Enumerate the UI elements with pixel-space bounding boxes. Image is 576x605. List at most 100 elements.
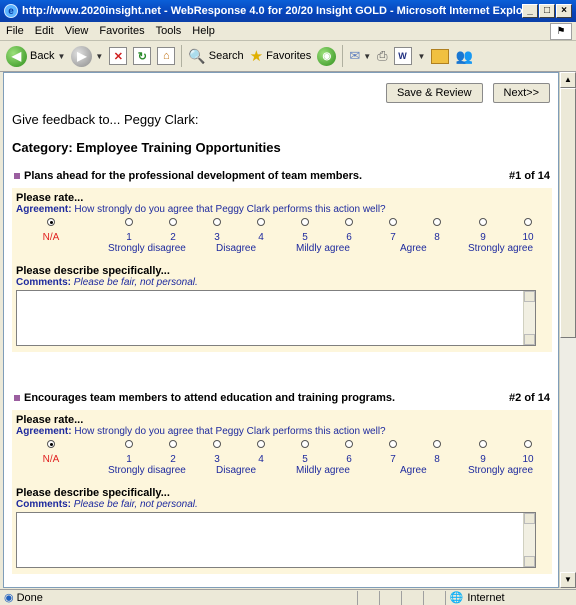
rating-option-5[interactable]: 5 bbox=[290, 217, 320, 243]
textarea-scrollbar[interactable] bbox=[523, 291, 535, 345]
rating-option-9[interactable]: 9 bbox=[468, 439, 498, 465]
radio-button[interactable] bbox=[213, 440, 221, 448]
rating-value: 10 bbox=[522, 454, 534, 465]
stop-icon[interactable]: ✕ bbox=[109, 47, 128, 65]
menu-view[interactable]: View bbox=[65, 25, 89, 37]
status-pane bbox=[400, 590, 423, 605]
radio-button[interactable] bbox=[524, 218, 532, 226]
radio-button[interactable] bbox=[345, 440, 353, 448]
print-icon[interactable]: ⎙ bbox=[377, 48, 387, 64]
separator bbox=[181, 45, 183, 67]
rating-value: 1 bbox=[126, 454, 132, 465]
menu-tools[interactable]: Tools bbox=[156, 25, 182, 37]
menu-favorites[interactable]: Favorites bbox=[99, 25, 144, 37]
chevron-down-icon[interactable]: ▼ bbox=[418, 52, 426, 61]
favorites-button[interactable]: ★ Favorites bbox=[250, 47, 312, 65]
page-scrollbar[interactable]: ▲ ▼ bbox=[559, 72, 576, 588]
next-button[interactable]: Next>> bbox=[492, 83, 550, 103]
radio-button[interactable] bbox=[213, 218, 221, 226]
menu-edit[interactable]: Edit bbox=[35, 25, 54, 37]
rating-option-6[interactable]: 6 bbox=[334, 217, 364, 243]
scroll-down-arrow[interactable]: ▼ bbox=[560, 572, 576, 588]
forward-button[interactable]: ▶ ▼ bbox=[71, 45, 103, 67]
item-header: Encourages team members to attend educat… bbox=[12, 389, 552, 407]
back-button[interactable]: ◀ Back ▼ bbox=[6, 45, 65, 67]
radio-button[interactable] bbox=[125, 440, 133, 448]
textarea-scrollbar[interactable] bbox=[523, 513, 535, 567]
radio-button[interactable] bbox=[524, 440, 532, 448]
item-number: #2 of 14 bbox=[509, 392, 550, 404]
radio-button[interactable] bbox=[257, 440, 265, 448]
feedback-item: Encourages team members to attend educat… bbox=[12, 389, 552, 574]
radio-button[interactable] bbox=[47, 440, 55, 448]
rating-option-10[interactable]: 10 bbox=[513, 217, 543, 243]
scale-label: Strongly agree bbox=[468, 243, 534, 254]
comments-hint: Please be fair, not personal. bbox=[73, 499, 198, 510]
home-icon[interactable]: ⌂ bbox=[157, 47, 176, 65]
comments-textarea[interactable] bbox=[16, 512, 536, 568]
menu-help[interactable]: Help bbox=[192, 25, 215, 37]
discuss-folder-icon[interactable] bbox=[431, 48, 450, 64]
status-pane bbox=[356, 590, 379, 605]
radio-button[interactable] bbox=[169, 440, 177, 448]
rating-option-1[interactable]: 1 bbox=[114, 439, 144, 465]
rating-option-7[interactable]: 7 bbox=[378, 217, 408, 243]
rating-option-7[interactable]: 7 bbox=[378, 439, 408, 465]
edit-word-icon[interactable]: W bbox=[393, 47, 412, 65]
messenger-icon[interactable]: 👥 bbox=[455, 48, 472, 65]
radio-button[interactable] bbox=[479, 218, 487, 226]
rating-option-4[interactable]: 4 bbox=[246, 439, 276, 465]
chevron-down-icon: ▼ bbox=[363, 51, 372, 61]
rating-option-9[interactable]: 9 bbox=[468, 217, 498, 243]
radio-button[interactable] bbox=[169, 218, 177, 226]
rating-value: 8 bbox=[434, 454, 440, 465]
radio-button[interactable] bbox=[125, 218, 133, 226]
scroll-up-arrow[interactable]: ▲ bbox=[560, 72, 576, 88]
radio-button[interactable] bbox=[479, 440, 487, 448]
radio-button[interactable] bbox=[433, 218, 441, 226]
rating-option-1[interactable]: 1 bbox=[114, 217, 144, 243]
radio-button[interactable] bbox=[257, 218, 265, 226]
close-button[interactable]: × bbox=[556, 4, 572, 18]
back-arrow-icon: ◀ bbox=[6, 45, 27, 67]
rate-label: Please rate... bbox=[16, 192, 84, 204]
comments-label: Comments: bbox=[16, 277, 72, 288]
save-review-button[interactable]: Save & Review bbox=[385, 83, 483, 103]
rating-value: 3 bbox=[214, 454, 220, 465]
rating-option-10[interactable]: 10 bbox=[513, 439, 543, 465]
maximize-button[interactable]: □ bbox=[539, 4, 555, 18]
comments-textarea[interactable] bbox=[16, 290, 536, 346]
scale-label: Strongly disagree bbox=[108, 465, 186, 476]
rating-option-na[interactable]: N/A bbox=[36, 217, 66, 243]
minimize-button[interactable]: _ bbox=[522, 4, 538, 18]
mail-button[interactable]: ✉ ▼ bbox=[349, 48, 371, 64]
rating-option-2[interactable]: 2 bbox=[158, 439, 188, 465]
item-panel: Please rate... Agreement: How strongly d… bbox=[12, 188, 552, 352]
category-title: Category: Employee Training Opportunitie… bbox=[12, 140, 281, 155]
scroll-thumb[interactable] bbox=[560, 88, 576, 338]
radio-button[interactable] bbox=[433, 440, 441, 448]
radio-button[interactable] bbox=[345, 218, 353, 226]
rating-option-8[interactable]: 8 bbox=[422, 217, 452, 243]
radio-button[interactable] bbox=[301, 218, 309, 226]
rating-option-na[interactable]: N/A bbox=[36, 439, 66, 465]
refresh-icon[interactable]: ↻ bbox=[133, 47, 152, 65]
radio-button[interactable] bbox=[47, 218, 55, 226]
rating-option-6[interactable]: 6 bbox=[334, 439, 364, 465]
menu-file[interactable]: File bbox=[6, 25, 24, 37]
rating-option-3[interactable]: 3 bbox=[202, 439, 232, 465]
scale-label: Disagree bbox=[216, 465, 257, 476]
comments-line: Comments: Please be fair, not personal. bbox=[16, 499, 548, 510]
media-icon[interactable]: ◉ bbox=[317, 46, 337, 66]
rating-option-5[interactable]: 5 bbox=[290, 439, 320, 465]
search-button[interactable]: 🔍 Search bbox=[188, 48, 243, 65]
rating-option-8[interactable]: 8 bbox=[422, 439, 452, 465]
radio-button[interactable] bbox=[301, 440, 309, 448]
separator bbox=[342, 45, 344, 67]
radio-button[interactable] bbox=[389, 218, 397, 226]
rating-option-4[interactable]: 4 bbox=[246, 217, 276, 243]
rating-option-3[interactable]: 3 bbox=[202, 217, 232, 243]
mail-icon: ✉ bbox=[349, 48, 361, 63]
rating-option-2[interactable]: 2 bbox=[158, 217, 188, 243]
radio-button[interactable] bbox=[389, 440, 397, 448]
